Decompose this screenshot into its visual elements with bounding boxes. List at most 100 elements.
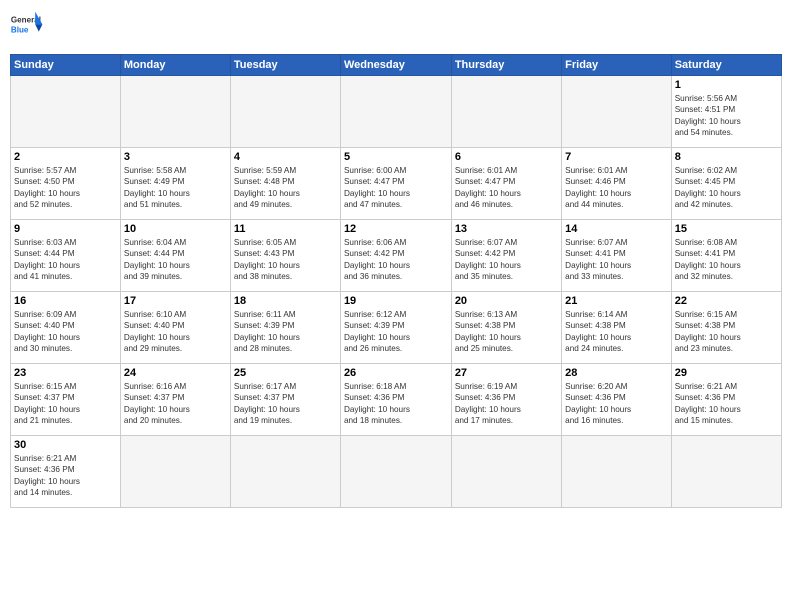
calendar-cell <box>451 76 561 148</box>
calendar-cell: 1 Sunrise: 5:56 AM Sunset: 4:51 PM Daylig… <box>671 76 781 148</box>
day-info: Sunrise: 6:18 AM Sunset: 4:36 PM Dayligh… <box>344 381 448 427</box>
calendar-cell: 17Sunrise: 6:10 AM Sunset: 4:40 PM Dayli… <box>120 292 230 364</box>
calendar-cell: 15Sunrise: 6:08 AM Sunset: 4:41 PM Dayli… <box>671 220 781 292</box>
day-number: 4 <box>234 151 337 163</box>
calendar-cell: 27 Sunrise: 6:19 AM Sunset: 4:36 PM Dayli… <box>451 364 561 436</box>
calendar-cell: 20 Sunrise: 6:13 AM Sunset: 4:38 PM Dayli… <box>451 292 561 364</box>
day-info: Sunrise: 6:19 AM Sunset: 4:36 PM Dayligh… <box>455 381 558 427</box>
day-number: 12 <box>344 223 448 235</box>
day-number: 30 <box>14 439 117 451</box>
day-number: 18 <box>234 295 337 307</box>
day-info: Sunrise: 6:21 AM Sunset: 4:36 PM Dayligh… <box>14 453 117 499</box>
day-number: 14 <box>565 223 668 235</box>
day-info: Sunrise: 5:59 AM Sunset: 4:48 PM Dayligh… <box>234 165 337 211</box>
calendar-cell <box>562 436 672 508</box>
calendar-cell: 18 Sunrise: 6:11 AM Sunset: 4:39 PM Dayli… <box>230 292 340 364</box>
day-number: 1 <box>675 79 778 91</box>
weekday-header-thursday: Thursday <box>451 55 561 76</box>
day-number: 3 <box>124 151 227 163</box>
weekday-header-row: SundayMondayTuesdayWednesdayThursdayFrid… <box>11 55 782 76</box>
calendar-cell: 22 Sunrise: 6:15 AM Sunset: 4:38 PM Dayli… <box>671 292 781 364</box>
day-info: Sunrise: 6:02 AM Sunset: 4:45 PM Dayligh… <box>675 165 778 211</box>
day-info: Sunrise: 6:15 AM Sunset: 4:37 PM Dayligh… <box>14 381 117 427</box>
day-number: 23 <box>14 367 117 379</box>
day-number: 29 <box>675 367 778 379</box>
day-number: 2 <box>14 151 117 163</box>
day-number: 21 <box>565 295 668 307</box>
day-info: Sunrise: 6:06 AM Sunset: 4:42 PM Dayligh… <box>344 237 448 283</box>
calendar-cell <box>120 436 230 508</box>
day-info: Sunrise: 6:12 AM Sunset: 4:39 PM Dayligh… <box>344 309 448 355</box>
calendar-cell: 8Sunrise: 6:02 AM Sunset: 4:45 PM Daylig… <box>671 148 781 220</box>
calendar-cell <box>120 76 230 148</box>
day-number: 16 <box>14 295 117 307</box>
day-number: 20 <box>455 295 558 307</box>
day-info: Sunrise: 6:05 AM Sunset: 4:43 PM Dayligh… <box>234 237 337 283</box>
day-info: Sunrise: 6:08 AM Sunset: 4:41 PM Dayligh… <box>675 237 778 283</box>
calendar-cell <box>11 76 121 148</box>
day-info: Sunrise: 6:03 AM Sunset: 4:44 PM Dayligh… <box>14 237 117 283</box>
calendar-cell: 24Sunrise: 6:16 AM Sunset: 4:37 PM Dayli… <box>120 364 230 436</box>
calendar-cell: 30 Sunrise: 6:21 AM Sunset: 4:36 PM Dayli… <box>11 436 121 508</box>
day-number: 9 <box>14 223 117 235</box>
week-row-3: 9 Sunrise: 6:03 AM Sunset: 4:44 PM Daylig… <box>11 220 782 292</box>
day-info: Sunrise: 6:04 AM Sunset: 4:44 PM Dayligh… <box>124 237 227 283</box>
day-info: Sunrise: 6:11 AM Sunset: 4:39 PM Dayligh… <box>234 309 337 355</box>
week-row-4: 16 Sunrise: 6:09 AM Sunset: 4:40 PM Dayli… <box>11 292 782 364</box>
weekday-header-sunday: Sunday <box>11 55 121 76</box>
calendar-cell: 6Sunrise: 6:01 AM Sunset: 4:47 PM Daylig… <box>451 148 561 220</box>
week-row-2: 2 Sunrise: 5:57 AM Sunset: 4:50 PM Daylig… <box>11 148 782 220</box>
day-info: Sunrise: 5:58 AM Sunset: 4:49 PM Dayligh… <box>124 165 227 211</box>
calendar-cell: 3 Sunrise: 5:58 AM Sunset: 4:49 PM Daylig… <box>120 148 230 220</box>
day-number: 27 <box>455 367 558 379</box>
day-info: Sunrise: 6:20 AM Sunset: 4:36 PM Dayligh… <box>565 381 668 427</box>
calendar-cell: 29 Sunrise: 6:21 AM Sunset: 4:36 PM Dayli… <box>671 364 781 436</box>
calendar-cell <box>340 436 451 508</box>
calendar-cell: 28Sunrise: 6:20 AM Sunset: 4:36 PM Dayli… <box>562 364 672 436</box>
day-info: Sunrise: 6:10 AM Sunset: 4:40 PM Dayligh… <box>124 309 227 355</box>
day-number: 22 <box>675 295 778 307</box>
calendar-cell: 11 Sunrise: 6:05 AM Sunset: 4:43 PM Dayli… <box>230 220 340 292</box>
day-info: Sunrise: 6:07 AM Sunset: 4:42 PM Dayligh… <box>455 237 558 283</box>
calendar-cell <box>671 436 781 508</box>
day-info: Sunrise: 6:01 AM Sunset: 4:47 PM Dayligh… <box>455 165 558 211</box>
weekday-header-tuesday: Tuesday <box>230 55 340 76</box>
day-info: Sunrise: 5:56 AM Sunset: 4:51 PM Dayligh… <box>675 93 778 139</box>
weekday-header-wednesday: Wednesday <box>340 55 451 76</box>
calendar-cell: 12 Sunrise: 6:06 AM Sunset: 4:42 PM Dayli… <box>340 220 451 292</box>
day-info: Sunrise: 6:01 AM Sunset: 4:46 PM Dayligh… <box>565 165 668 211</box>
calendar-cell <box>562 76 672 148</box>
day-number: 10 <box>124 223 227 235</box>
calendar-cell: 13 Sunrise: 6:07 AM Sunset: 4:42 PM Dayli… <box>451 220 561 292</box>
weekday-header-saturday: Saturday <box>671 55 781 76</box>
day-number: 11 <box>234 223 337 235</box>
week-row-1: 1 Sunrise: 5:56 AM Sunset: 4:51 PM Daylig… <box>11 76 782 148</box>
calendar-cell <box>451 436 561 508</box>
calendar-cell <box>340 76 451 148</box>
calendar-cell: 16 Sunrise: 6:09 AM Sunset: 4:40 PM Dayli… <box>11 292 121 364</box>
week-row-5: 23 Sunrise: 6:15 AM Sunset: 4:37 PM Dayli… <box>11 364 782 436</box>
day-info: Sunrise: 6:09 AM Sunset: 4:40 PM Dayligh… <box>14 309 117 355</box>
day-info: Sunrise: 6:21 AM Sunset: 4:36 PM Dayligh… <box>675 381 778 427</box>
calendar-cell: 21 Sunrise: 6:14 AM Sunset: 4:38 PM Dayli… <box>562 292 672 364</box>
day-info: Sunrise: 5:57 AM Sunset: 4:50 PM Dayligh… <box>14 165 117 211</box>
day-info: Sunrise: 6:14 AM Sunset: 4:38 PM Dayligh… <box>565 309 668 355</box>
day-number: 25 <box>234 367 337 379</box>
calendar-cell: 25 Sunrise: 6:17 AM Sunset: 4:37 PM Dayli… <box>230 364 340 436</box>
calendar-cell <box>230 436 340 508</box>
day-info: Sunrise: 6:16 AM Sunset: 4:37 PM Dayligh… <box>124 381 227 427</box>
calendar-cell <box>230 76 340 148</box>
calendar-cell: 2 Sunrise: 5:57 AM Sunset: 4:50 PM Daylig… <box>11 148 121 220</box>
logo: GeneralBlue <box>10 10 46 46</box>
day-number: 5 <box>344 151 448 163</box>
calendar-cell: 19Sunrise: 6:12 AM Sunset: 4:39 PM Dayli… <box>340 292 451 364</box>
calendar-cell: 7 Sunrise: 6:01 AM Sunset: 4:46 PM Daylig… <box>562 148 672 220</box>
day-info: Sunrise: 6:17 AM Sunset: 4:37 PM Dayligh… <box>234 381 337 427</box>
day-info: Sunrise: 6:15 AM Sunset: 4:38 PM Dayligh… <box>675 309 778 355</box>
calendar-cell: 14Sunrise: 6:07 AM Sunset: 4:41 PM Dayli… <box>562 220 672 292</box>
day-number: 13 <box>455 223 558 235</box>
week-row-6: 30 Sunrise: 6:21 AM Sunset: 4:36 PM Dayli… <box>11 436 782 508</box>
day-info: Sunrise: 6:13 AM Sunset: 4:38 PM Dayligh… <box>455 309 558 355</box>
day-number: 7 <box>565 151 668 163</box>
day-number: 26 <box>344 367 448 379</box>
